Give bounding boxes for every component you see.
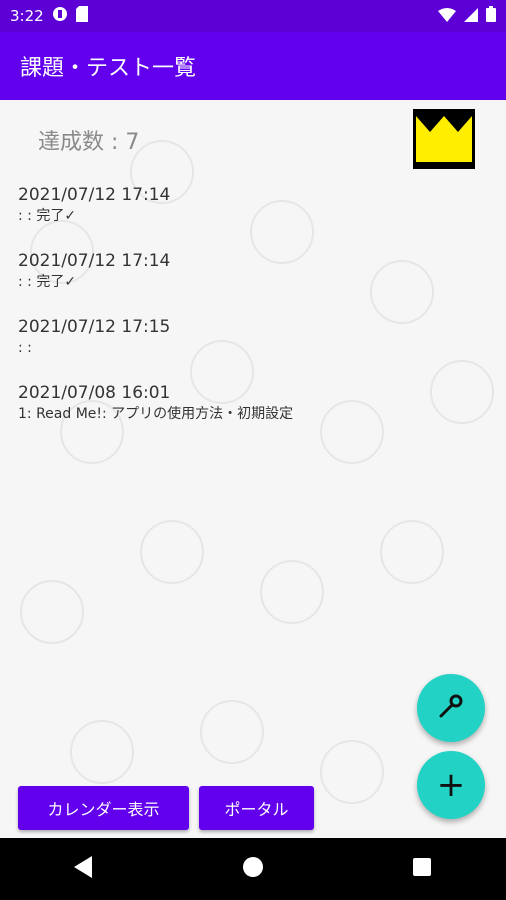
list-item[interactable]: 2021/07/12 17:14 : : 完了✓ bbox=[18, 250, 488, 292]
page-title: 課題・テスト一覧 bbox=[20, 56, 197, 81]
settings-fab[interactable] bbox=[417, 674, 485, 742]
plus-icon: + bbox=[436, 765, 466, 805]
sd-card-icon bbox=[75, 6, 88, 26]
status-bar: 3:22 bbox=[0, 0, 506, 32]
list-item[interactable]: 2021/07/12 17:15 : : bbox=[18, 316, 488, 358]
entry-date: 2021/07/12 17:14 bbox=[18, 185, 171, 205]
list-item[interactable]: 2021/07/12 17:14 : : 完了✓ bbox=[18, 184, 488, 226]
notification-icon bbox=[52, 6, 68, 26]
entry-note: 1: Read Me!: アプリの使用方法・初期設定 bbox=[18, 406, 294, 422]
back-icon[interactable] bbox=[74, 856, 94, 882]
entry-note: : : 完了✓ bbox=[18, 274, 77, 290]
status-time: 3:22 bbox=[10, 7, 44, 25]
entry-note: : : 完了✓ bbox=[18, 208, 77, 224]
list-item[interactable]: 2021/07/08 16:01 1: Read Me!: アプリの使用方法・初… bbox=[18, 382, 488, 424]
wifi-icon bbox=[438, 7, 456, 26]
add-fab[interactable]: + bbox=[417, 751, 485, 819]
entry-date: 2021/07/12 17:14 bbox=[18, 251, 171, 271]
signal-icon bbox=[464, 7, 478, 26]
entry-list: 2021/07/12 17:14 : : 完了✓ 2021/07/12 17:1… bbox=[18, 184, 488, 448]
entry-note: : : bbox=[18, 340, 32, 356]
crown-icon[interactable] bbox=[413, 109, 475, 169]
calendar-button[interactable]: カレンダー表示 bbox=[18, 786, 189, 830]
portal-button[interactable]: ポータル bbox=[199, 786, 314, 830]
task-list-area: 達成数 : 7 2021/07/12 17:14 : : 完了✓ 2021/07… bbox=[0, 100, 506, 838]
entry-date: 2021/07/08 16:01 bbox=[18, 383, 171, 403]
app-bar: 課題・テスト一覧 bbox=[0, 32, 506, 100]
recents-icon[interactable] bbox=[412, 857, 432, 881]
wrench-icon bbox=[438, 693, 464, 723]
entry-date: 2021/07/12 17:15 bbox=[18, 317, 171, 337]
battery-icon bbox=[486, 6, 496, 26]
home-icon[interactable] bbox=[242, 856, 264, 882]
navigation-bar bbox=[0, 838, 506, 900]
achievement-count: 達成数 : 7 bbox=[38, 130, 140, 155]
